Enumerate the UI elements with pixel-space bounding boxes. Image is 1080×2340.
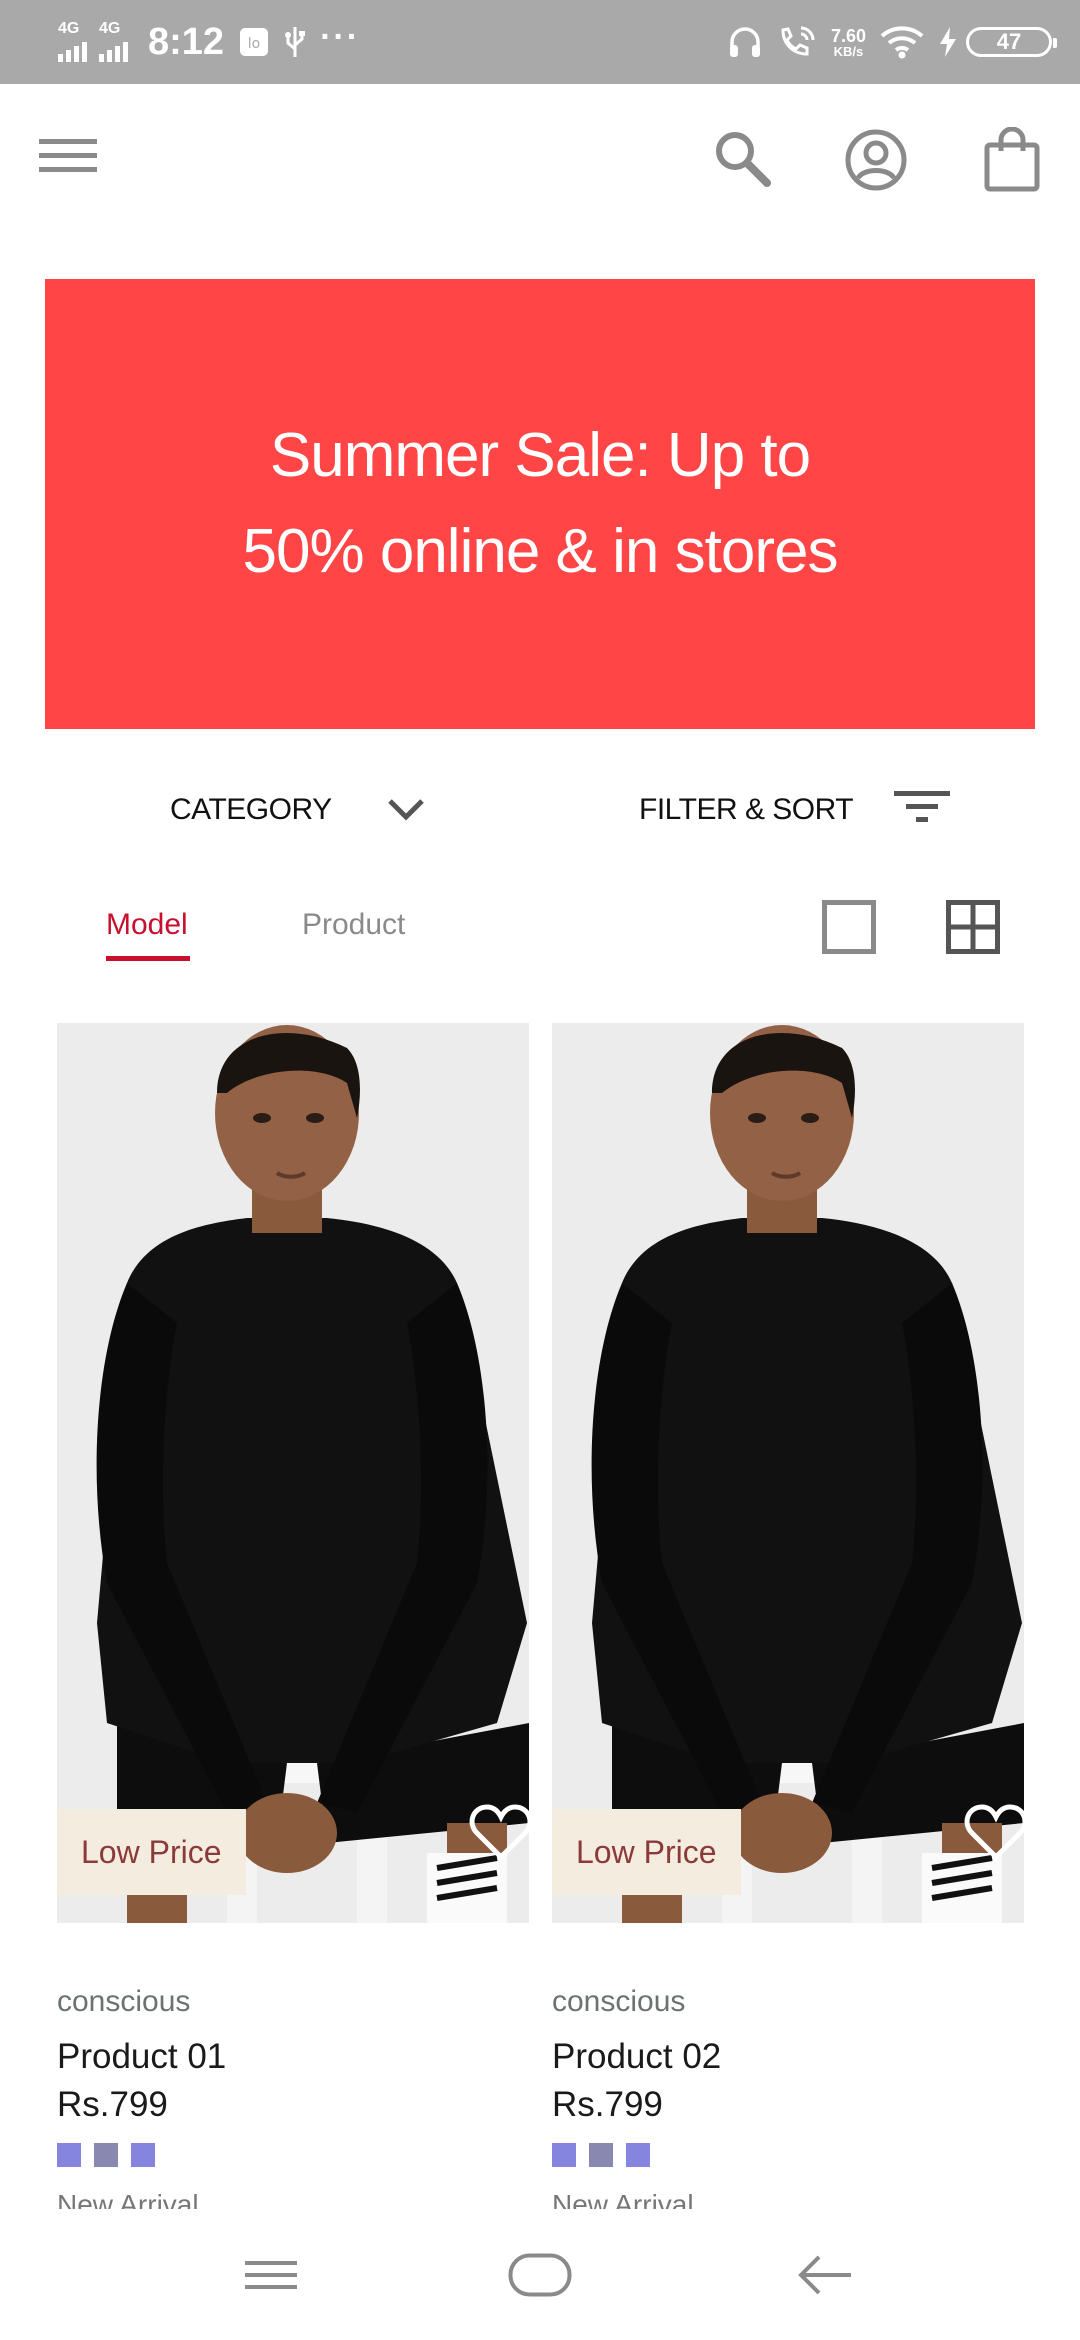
wifi-icon	[880, 25, 924, 59]
model-photo	[57, 1023, 529, 1923]
color-swatch[interactable]	[57, 2143, 81, 2167]
shopping-bag-icon[interactable]	[978, 124, 1046, 196]
charging-icon	[938, 26, 958, 58]
network-type-1: 4G	[58, 20, 80, 37]
network-type-2: 4G	[99, 20, 121, 37]
system-nav-bar	[0, 2212, 1080, 2340]
color-swatch[interactable]	[626, 2143, 650, 2167]
low-price-badge: Low Price	[552, 1809, 741, 1895]
category-label: CATEGORY	[170, 793, 332, 826]
svg-text:lo: lo	[248, 36, 260, 52]
product-name[interactable]: Product 02	[552, 2037, 1024, 2077]
heart-icon[interactable]	[469, 1803, 529, 1868]
product-name[interactable]: Product 01	[57, 2037, 529, 2077]
low-price-badge: Low Price	[57, 1809, 246, 1895]
more-notifications-icon: ···	[320, 17, 361, 56]
account-icon[interactable]	[842, 126, 910, 194]
grid-view-icon[interactable]	[946, 900, 1000, 959]
battery-icon: 47	[966, 27, 1057, 57]
new-arrival-tag: New Arrival	[552, 2189, 694, 2209]
color-swatches	[552, 2143, 1024, 2167]
active-tab-indicator	[106, 956, 190, 961]
status-bar: 4G 4G 8:12 lo ··· 7.60 KB/s 47	[0, 0, 1080, 84]
usb-icon	[284, 25, 306, 59]
product-price: Rs.799	[552, 2085, 663, 2124]
back-icon[interactable]	[780, 2240, 870, 2310]
color-swatch[interactable]	[94, 2143, 118, 2167]
filter-bar: CATEGORY FILTER & SORT	[0, 775, 1080, 845]
signal-1-icon: 4G	[58, 20, 87, 62]
recent-apps-icon[interactable]	[226, 2240, 316, 2310]
color-swatch[interactable]	[552, 2143, 576, 2167]
tab-model[interactable]: Model	[106, 908, 188, 942]
clock: 8:12	[148, 20, 225, 63]
product-card[interactable]: Low Price conscious Product 02 Rs.799 Ne…	[552, 1023, 1024, 2209]
filter-sort-button[interactable]: FILTER & SORT	[630, 775, 960, 845]
product-image[interactable]: Low Price	[552, 1023, 1024, 1923]
notification-app-icon: lo	[238, 26, 270, 58]
product-brand: conscious	[552, 1985, 686, 2018]
product-image[interactable]: Low Price	[57, 1023, 529, 1923]
headset-icon	[727, 25, 763, 59]
signal-2-icon: 4G	[99, 20, 128, 62]
home-icon[interactable]	[495, 2240, 585, 2310]
search-icon[interactable]	[708, 124, 776, 192]
model-photo	[552, 1023, 1024, 1923]
heart-icon[interactable]	[964, 1803, 1024, 1868]
filter-sort-label: FILTER & SORT	[639, 793, 854, 826]
battery-level: 47	[996, 29, 1022, 54]
color-swatch[interactable]	[589, 2143, 613, 2167]
product-price: Rs.799	[57, 2085, 168, 2124]
product-card[interactable]: Low Price conscious Product 01 Rs.799 Ne…	[57, 1023, 529, 2209]
color-swatch[interactable]	[131, 2143, 155, 2167]
single-view-icon[interactable]	[822, 900, 876, 959]
hamburger-menu-icon[interactable]	[36, 124, 100, 188]
tab-product[interactable]: Product	[302, 908, 405, 942]
filter-icon	[894, 787, 950, 832]
sale-banner-text: Summer Sale: Up to 50% online & in store…	[242, 421, 839, 586]
view-tabs: Model Product	[0, 890, 1080, 970]
sale-banner[interactable]: Summer Sale: Up to 50% online & in store…	[45, 279, 1035, 729]
color-swatches	[57, 2143, 529, 2167]
wifi-calling-icon	[777, 24, 817, 60]
new-arrival-tag: New Arrival	[57, 2189, 199, 2209]
network-speed: 7.60 KB/s	[830, 25, 866, 59]
chevron-down-icon	[386, 795, 426, 828]
product-brand: conscious	[57, 1985, 191, 2018]
app-header	[0, 84, 1080, 234]
category-dropdown[interactable]: CATEGORY	[160, 775, 440, 845]
